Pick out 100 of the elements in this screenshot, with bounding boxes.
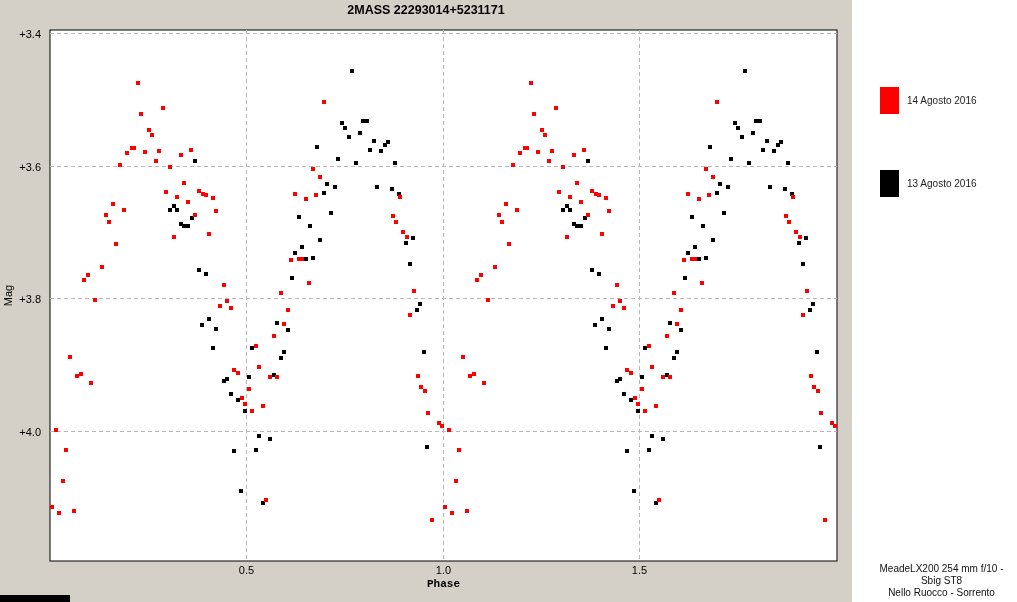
data-point bbox=[809, 374, 813, 378]
data-point bbox=[175, 195, 179, 199]
data-point bbox=[643, 409, 647, 413]
bottom-strip bbox=[0, 595, 70, 602]
x-tick-label: 0.5 bbox=[238, 564, 255, 576]
data-point bbox=[314, 193, 318, 197]
data-point bbox=[729, 157, 733, 161]
data-point bbox=[636, 409, 640, 413]
data-point bbox=[408, 262, 412, 266]
data-point bbox=[700, 281, 704, 285]
data-point bbox=[561, 165, 565, 169]
data-point bbox=[54, 428, 58, 432]
data-point bbox=[768, 185, 772, 189]
data-point bbox=[679, 328, 683, 332]
data-point bbox=[318, 175, 322, 179]
data-point bbox=[286, 328, 290, 332]
data-point bbox=[243, 409, 247, 413]
data-point bbox=[272, 334, 276, 338]
data-point bbox=[143, 150, 147, 154]
data-point bbox=[783, 187, 787, 191]
data-point bbox=[482, 381, 486, 385]
data-point bbox=[325, 182, 329, 186]
data-point bbox=[279, 356, 283, 360]
data-point bbox=[157, 149, 161, 153]
chart-title: 2MASS 22293014+5231171 bbox=[346, 2, 506, 19]
data-point bbox=[772, 149, 776, 153]
data-point bbox=[615, 283, 619, 287]
data-point bbox=[354, 161, 358, 165]
x-tick-label: 1.0 bbox=[435, 564, 452, 576]
data-point bbox=[211, 196, 215, 200]
data-point bbox=[447, 428, 451, 432]
data-point bbox=[586, 159, 590, 163]
data-point bbox=[168, 165, 172, 169]
data-point bbox=[336, 157, 340, 161]
data-point bbox=[247, 387, 251, 391]
data-point bbox=[214, 327, 218, 331]
data-point bbox=[136, 81, 140, 85]
data-point bbox=[461, 355, 465, 359]
data-point bbox=[801, 262, 805, 266]
data-point bbox=[682, 258, 686, 262]
data-point bbox=[229, 306, 233, 310]
data-point bbox=[761, 148, 765, 152]
data-point bbox=[611, 304, 615, 308]
data-point bbox=[740, 135, 744, 139]
data-point bbox=[547, 159, 551, 163]
data-point bbox=[454, 479, 458, 483]
data-point bbox=[308, 224, 312, 228]
data-point bbox=[239, 489, 243, 493]
data-point bbox=[590, 268, 594, 272]
data-point bbox=[391, 214, 395, 218]
data-point bbox=[607, 327, 611, 331]
data-point bbox=[257, 365, 261, 369]
data-point bbox=[532, 112, 536, 116]
data-point bbox=[726, 185, 730, 189]
data-point bbox=[207, 317, 211, 321]
data-point bbox=[154, 159, 158, 163]
data-point bbox=[593, 323, 597, 327]
data-point bbox=[250, 409, 254, 413]
legend-label: 13 Agosto 2016 bbox=[907, 178, 977, 189]
credit-text: Sbig ST8 bbox=[920, 575, 963, 587]
data-point bbox=[247, 375, 251, 379]
data-point bbox=[426, 411, 430, 415]
data-point bbox=[322, 100, 326, 104]
data-point bbox=[164, 190, 168, 194]
data-point bbox=[668, 321, 672, 325]
y-tick-label: +4.0 bbox=[19, 425, 41, 438]
data-point bbox=[697, 197, 701, 201]
data-point bbox=[254, 448, 258, 452]
data-point bbox=[708, 145, 712, 149]
data-point bbox=[704, 167, 708, 171]
data-point bbox=[318, 238, 322, 242]
y-tick-label: +3.8 bbox=[19, 292, 41, 305]
data-point bbox=[333, 185, 337, 189]
data-point bbox=[204, 272, 208, 276]
y-tick-label: +3.6 bbox=[19, 160, 41, 173]
data-point bbox=[819, 411, 823, 415]
data-point bbox=[286, 308, 290, 312]
data-point bbox=[640, 375, 644, 379]
data-point bbox=[218, 304, 222, 308]
data-point bbox=[572, 153, 576, 157]
data-point bbox=[805, 289, 809, 293]
data-point bbox=[493, 265, 497, 269]
data-point bbox=[711, 175, 715, 179]
data-point bbox=[379, 149, 383, 153]
data-point bbox=[515, 208, 519, 212]
data-point bbox=[743, 69, 747, 73]
data-point bbox=[622, 306, 626, 310]
data-point bbox=[322, 191, 326, 195]
data-point bbox=[507, 242, 511, 246]
data-point bbox=[68, 355, 72, 359]
data-point bbox=[622, 392, 626, 396]
data-point bbox=[275, 321, 279, 325]
data-point bbox=[686, 251, 690, 255]
data-point bbox=[640, 387, 644, 391]
data-point bbox=[61, 479, 65, 483]
data-point bbox=[661, 437, 665, 441]
data-point bbox=[304, 197, 308, 201]
data-point bbox=[722, 211, 726, 215]
data-point bbox=[450, 511, 454, 515]
data-point bbox=[707, 193, 711, 197]
